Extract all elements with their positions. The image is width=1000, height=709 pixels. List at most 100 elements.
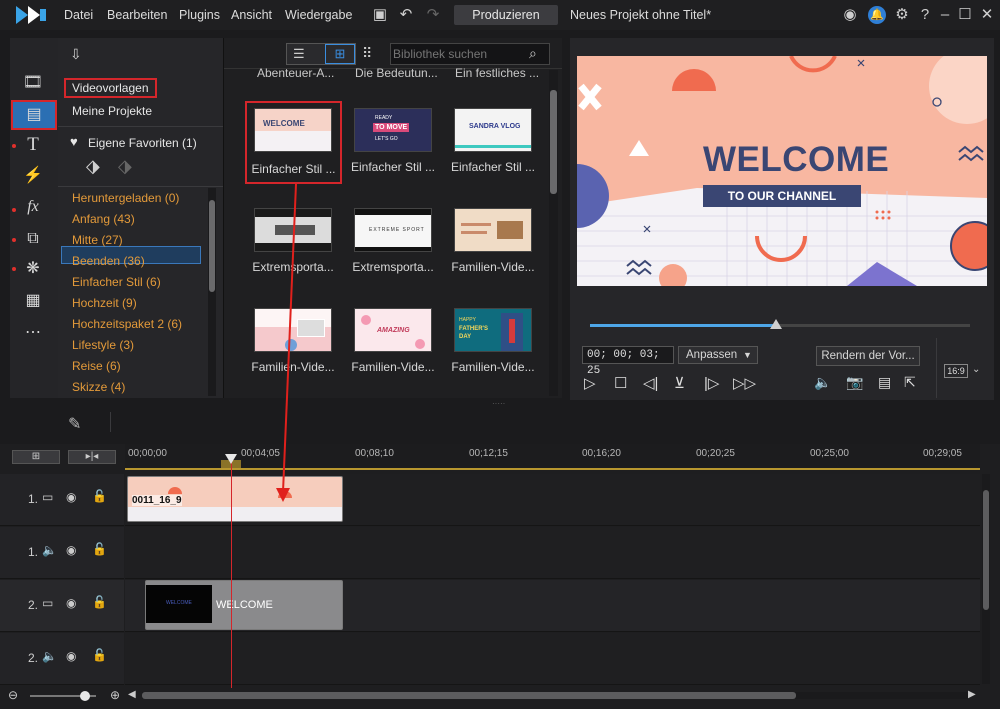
template-item[interactable]: HAPPY FATHER'S DAY Familien-Vide... [445, 308, 541, 374]
category-item[interactable]: Lifestyle (3) [72, 338, 134, 352]
track-manager-icon[interactable]: ⊞ [12, 450, 60, 464]
category-scrollbar[interactable] [208, 188, 216, 396]
menu-datei[interactable]: Datei [64, 8, 93, 22]
grid-view-icon[interactable]: ⊞ [325, 44, 355, 64]
render-preview-button[interactable]: Rendern der Vor... [816, 346, 920, 366]
playhead-line[interactable] [231, 458, 232, 688]
search-icon[interactable]: ⌕ [529, 45, 537, 62]
help-icon[interactable]: ? [916, 6, 934, 24]
panel-resize-handle[interactable]: ····· [492, 400, 508, 408]
timeline-clip-title[interactable]: WELCOME WELCOME [145, 580, 343, 630]
scroll-right-icon[interactable]: ▶ [968, 689, 976, 700]
track-lane-video-1[interactable]: 0011_16_9 [125, 474, 980, 526]
account-icon[interactable]: ◉ [841, 6, 859, 24]
split-icon[interactable]: ⊻ [674, 374, 685, 392]
menu-bearbeiten[interactable]: Bearbeiten [107, 8, 167, 22]
menu-plugins[interactable]: Plugins [179, 8, 220, 22]
next-frame-icon[interactable]: |▷ [704, 374, 719, 392]
category-item[interactable]: Hochzeit (9) [72, 296, 137, 310]
edit-pen-icon[interactable]: ✎ [68, 414, 81, 434]
import-icon[interactable]: ⇩ [70, 46, 82, 63]
zoom-out-icon[interactable]: ⊖ [8, 688, 18, 702]
template-item[interactable]: Familien-Vide... [445, 208, 541, 274]
track-lane-audio-2[interactable] [125, 633, 980, 685]
list-view-icon[interactable]: ☰ [293, 46, 305, 62]
category-item[interactable]: Reise (6) [72, 359, 121, 373]
timecode-display[interactable]: 00; 00; 03; 25 [582, 346, 674, 377]
category-item[interactable]: Mitte (27) [72, 233, 123, 247]
template-item[interactable]: AMAZING Familien-Vide... [345, 308, 441, 374]
aspect-chevron-icon[interactable]: ⌄ [972, 364, 980, 375]
stop-icon[interactable]: ☐ [614, 374, 627, 392]
category-item-selected[interactable]: Anfang (43) [72, 212, 135, 226]
visibility-eye-icon[interactable]: ◉ [66, 543, 76, 557]
lock-icon[interactable]: 🔓 [92, 542, 107, 556]
track-lane-video-2[interactable]: WELCOME WELCOME [125, 580, 980, 632]
zoom-in-icon[interactable]: ⊕ [110, 688, 120, 702]
playhead-handle[interactable] [225, 454, 237, 464]
fit-timeline-icon[interactable]: ▸|◂ [68, 450, 116, 464]
template-item[interactable]: Extremsporta... [245, 208, 341, 274]
save-icon[interactable]: ▣ [371, 6, 389, 24]
lock-icon[interactable]: 🔓 [92, 595, 107, 609]
preview-progress-bar[interactable] [590, 319, 970, 329]
template-grid-scrollbar[interactable] [549, 70, 558, 396]
media-room-icon[interactable]: 🎞 [20, 72, 46, 94]
visibility-eye-icon[interactable]: ◉ [66, 649, 76, 663]
tab-meine-projekte[interactable]: Meine Projekte [72, 104, 152, 118]
undo-icon[interactable]: ↶ [397, 6, 415, 24]
remove-tag-icon[interactable]: ⬗ [118, 156, 132, 177]
settings-gear-icon[interactable]: ⚙ [893, 6, 911, 24]
menu-ansicht[interactable]: Ansicht [231, 8, 272, 22]
favorites-item[interactable]: Eigene Favoriten (1) [88, 136, 197, 150]
pip-room-icon[interactable]: ⧉ [20, 228, 46, 250]
snapshot-camera-icon[interactable]: 📷 [846, 374, 863, 391]
zoom-slider[interactable] [30, 691, 96, 701]
tab-videovorlagen[interactable]: Videovorlagen [64, 78, 157, 98]
template-room-icon[interactable]: ▤ [11, 100, 57, 130]
title-room-icon[interactable]: T [20, 134, 46, 156]
fast-forward-icon[interactable]: ▷▷ [733, 374, 756, 392]
library-search-input[interactable] [393, 45, 521, 63]
visibility-eye-icon[interactable]: ◉ [66, 596, 76, 610]
lock-icon[interactable]: 🔓 [92, 648, 107, 662]
template-item[interactable]: EXTREME SPORT Extremsporta... [345, 208, 441, 274]
maximize-icon[interactable]: ☐ [956, 6, 974, 24]
close-icon[interactable]: ✕ [978, 6, 996, 24]
prev-frame-icon[interactable]: ◁| [643, 374, 658, 392]
particle-room-icon[interactable]: ❋ [20, 258, 46, 280]
produce-button[interactable]: Produzieren [454, 5, 558, 25]
lock-icon[interactable]: 🔓 [92, 489, 107, 503]
minimize-icon[interactable]: – [936, 6, 954, 24]
subtitle-room-icon[interactable]: ▦ [20, 290, 46, 312]
redo-icon[interactable]: ↷ [424, 6, 442, 24]
thumbnail-size-icon[interactable]: ⠿ [362, 45, 372, 62]
category-item[interactable]: Skizze (4) [72, 380, 125, 394]
template-item-selected[interactable]: WELCOME Einfacher Stil ... [245, 101, 342, 184]
category-item[interactable]: Hochzeitspaket 2 (6) [72, 317, 182, 331]
track-lane-audio-1[interactable] [125, 527, 980, 579]
undock-icon[interactable]: ⇱ [904, 374, 916, 391]
fit-dropdown[interactable]: Anpassen ▼ [678, 346, 758, 364]
notification-icon[interactable]: 🔔 [868, 6, 886, 24]
volume-icon[interactable]: 🔈 [814, 374, 831, 391]
add-tag-icon[interactable]: ⬗ [86, 156, 100, 177]
template-item[interactable]: Familien-Vide... [245, 308, 341, 374]
timeline-clip-template[interactable]: 0011_16_9 [127, 476, 343, 522]
template-item[interactable]: READY TO MOVE LET'S GO Einfacher Stil ..… [345, 108, 441, 174]
scroll-left-icon[interactable]: ◀ [128, 689, 136, 700]
effects-room-icon[interactable]: fx [20, 196, 46, 218]
visibility-eye-icon[interactable]: ◉ [66, 490, 76, 504]
menu-wiedergabe[interactable]: Wiedergabe [285, 8, 352, 22]
category-item[interactable]: Beenden (36) [72, 254, 145, 268]
subtitle-icon[interactable]: ▤ [878, 374, 891, 391]
more-rooms-icon[interactable]: ⋯ [20, 322, 46, 344]
category-item[interactable]: Heruntergeladen (0) [72, 191, 179, 205]
play-icon[interactable]: ▷ [584, 374, 596, 392]
timeline-horizontal-scrollbar[interactable] [142, 692, 968, 699]
aspect-ratio-button[interactable]: 16:9 [944, 364, 968, 378]
transition-room-icon[interactable]: ⚡ [20, 165, 46, 187]
category-item[interactable]: Einfacher Stil (6) [72, 275, 161, 289]
timeline-ruler[interactable]: 00;00;00 00;04;05 00;08;10 00;12;15 00;1… [125, 444, 980, 470]
template-item[interactable]: SANDRA VLOG Einfacher Stil ... [445, 108, 541, 174]
